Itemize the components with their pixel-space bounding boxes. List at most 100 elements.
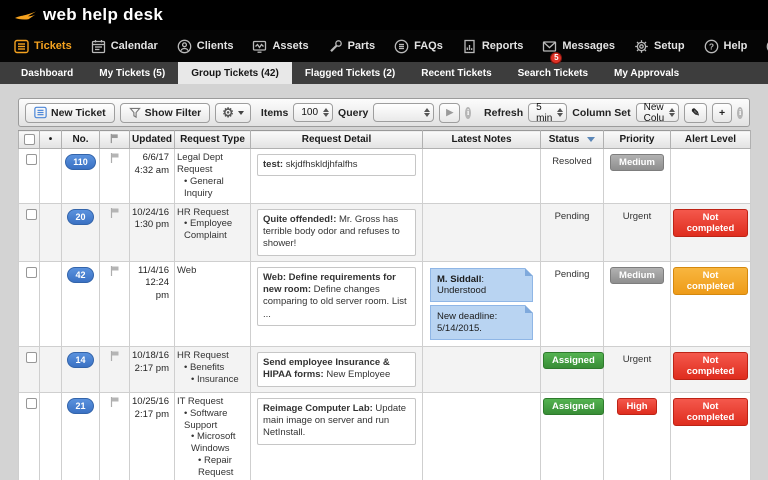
ticket-row: 21 10/25/162:17 pm IT RequestSoftware Su… <box>19 392 751 480</box>
request-detail-box[interactable]: Reimage Computer Lab: Update main image … <box>257 398 416 445</box>
alert-level-badge: Not completed <box>673 209 748 237</box>
faq-list-circle-icon <box>394 39 409 54</box>
chevron-down-icon <box>238 111 244 115</box>
edit-column-set-button[interactable]: ✎ <box>684 103 707 123</box>
alert-level-header[interactable]: Alert Level <box>671 131 751 149</box>
nav-setup[interactable]: Setup <box>634 39 685 54</box>
run-query-button[interactable]: ▶ <box>439 103 460 123</box>
nav-messages[interactable]: 5 Messages <box>542 39 615 54</box>
nav-reports[interactable]: Reports <box>462 39 524 54</box>
latest-notes-header[interactable]: Latest Notes <box>423 131 541 149</box>
request-type-cell: HR RequestBenefitsInsurance <box>175 347 251 393</box>
sort-descending-icon <box>587 137 595 142</box>
status-header[interactable]: Status <box>541 131 604 149</box>
column-set-label: Column Set <box>572 107 630 119</box>
row-checkbox[interactable] <box>26 154 37 165</box>
tickets-table: • No. Updated Request Type Request Detai… <box>18 130 751 480</box>
tab-recent-tickets[interactable]: Recent Tickets <box>408 62 504 84</box>
row-checkbox[interactable] <box>26 267 37 278</box>
request-detail-header[interactable]: Request Detail <box>251 131 423 149</box>
info-icon: i <box>737 107 743 119</box>
flag-icon[interactable] <box>109 265 121 277</box>
priority-badge: Urgent <box>623 352 652 367</box>
refresh-label: Refresh <box>484 107 523 119</box>
query-select[interactable] <box>373 103 434 122</box>
updated-cell: 11/4/1612:24 pm <box>130 261 175 347</box>
row-checkbox[interactable] <box>26 209 37 220</box>
request-detail-cell: Quite offended!: Mr. Gross has terrible … <box>251 203 423 261</box>
number-header[interactable]: No. <box>62 131 100 149</box>
refresh-interval-select[interactable]: 5 min <box>528 103 567 122</box>
tab-flagged-tickets[interactable]: Flagged Tickets (2) <box>292 62 408 84</box>
new-ticket-list-icon <box>34 106 47 119</box>
status-badge: Assigned <box>543 398 604 415</box>
updated-cell: 10/24/161:30 pm <box>130 203 175 261</box>
messages-count-badge: 5 <box>550 52 562 64</box>
request-detail-box[interactable]: test: skjdfhskldjhfalfhs <box>257 154 416 176</box>
person-icon <box>177 39 192 54</box>
alert-level-badge: Not completed <box>673 398 748 426</box>
ticket-number-badge[interactable]: 14 <box>67 352 93 368</box>
latest-notes-cell <box>423 347 541 393</box>
note-bubble: M. Siddall: Understood <box>430 268 533 303</box>
latest-notes-cell <box>423 203 541 261</box>
status-badge: Pending <box>555 209 590 224</box>
select-all-header <box>19 131 40 149</box>
wrench-icon <box>328 39 343 54</box>
stepper-icon <box>557 108 563 117</box>
request-type-cell: Legal Dept RequestGeneral Inquiry <box>175 149 251 204</box>
show-filter-button[interactable]: Show Filter <box>120 103 211 123</box>
info-icon: i <box>465 107 471 119</box>
unread-bullet-header[interactable]: • <box>40 131 62 149</box>
updated-header[interactable]: Updated <box>130 131 175 149</box>
priority-badge: High <box>617 398 656 415</box>
request-type-header[interactable]: Request Type <box>175 131 251 149</box>
ticket-number-badge[interactable]: 21 <box>67 398 93 414</box>
ticket-number-badge[interactable]: 42 <box>67 267 93 283</box>
tab-my-approvals[interactable]: My Approvals <box>601 62 692 84</box>
column-set-select[interactable]: New Colu <box>636 103 680 122</box>
flag-icon[interactable] <box>109 207 121 219</box>
row-checkbox[interactable] <box>26 352 37 363</box>
nav-parts[interactable]: Parts <box>328 39 376 54</box>
top-bar: web help desk <box>0 0 768 30</box>
flag-icon[interactable] <box>109 350 121 362</box>
nav-help[interactable]: ? Help <box>704 39 748 54</box>
tab-search-tickets[interactable]: Search Tickets <box>505 62 601 84</box>
tab-dashboard[interactable]: Dashboard <box>8 62 86 84</box>
flag-icon[interactable] <box>109 396 121 408</box>
query-label: Query <box>338 107 368 119</box>
note-bubble: New deadline: 5/14/2015. <box>430 305 533 340</box>
row-checkbox[interactable] <box>26 398 37 409</box>
funnel-icon <box>129 107 141 119</box>
priority-header[interactable]: Priority <box>604 131 671 149</box>
ticket-number-badge[interactable]: 110 <box>65 154 96 170</box>
flag-icon[interactable] <box>109 152 121 164</box>
alert-level-badge: Not completed <box>673 352 748 380</box>
flag-header[interactable] <box>100 131 130 149</box>
report-chart-icon <box>462 39 477 54</box>
ticket-number-badge[interactable]: 20 <box>67 209 93 225</box>
latest-notes-cell: M. Siddall: Understood New deadline: 5/1… <box>423 261 541 347</box>
add-column-set-button[interactable]: + <box>712 103 732 123</box>
solarwinds-flame-icon <box>15 8 37 23</box>
tab-my-tickets[interactable]: My Tickets (5) <box>86 62 178 84</box>
request-type-cell: HR RequestEmployee Complaint <box>175 203 251 261</box>
tab-group-tickets[interactable]: Group Tickets (42) <box>178 62 292 84</box>
nav-assets[interactable]: Assets <box>252 39 308 54</box>
select-all-checkbox[interactable] <box>24 134 35 145</box>
nav-tickets[interactable]: Tickets <box>14 39 72 54</box>
request-detail-box[interactable]: Web: Define requirements for new room: D… <box>257 267 416 326</box>
bulk-action-gear-button[interactable]: ⚙ <box>215 103 251 123</box>
updated-cell: 6/6/174:32 am <box>130 149 175 204</box>
request-detail-box[interactable]: Send employee Insurance & HIPAA forms: N… <box>257 352 416 387</box>
help-question-icon: ? <box>704 39 719 54</box>
nav-clients[interactable]: Clients <box>177 39 234 54</box>
request-detail-box[interactable]: Quite offended!: Mr. Gross has terrible … <box>257 209 416 256</box>
stepper-icon <box>669 108 675 117</box>
new-ticket-button[interactable]: New Ticket <box>25 103 115 123</box>
svg-text:?: ? <box>708 41 713 51</box>
nav-calendar[interactable]: Calendar <box>91 39 158 54</box>
items-per-page-select[interactable]: 100 <box>293 103 333 122</box>
nav-faqs[interactable]: FAQs <box>394 39 443 54</box>
